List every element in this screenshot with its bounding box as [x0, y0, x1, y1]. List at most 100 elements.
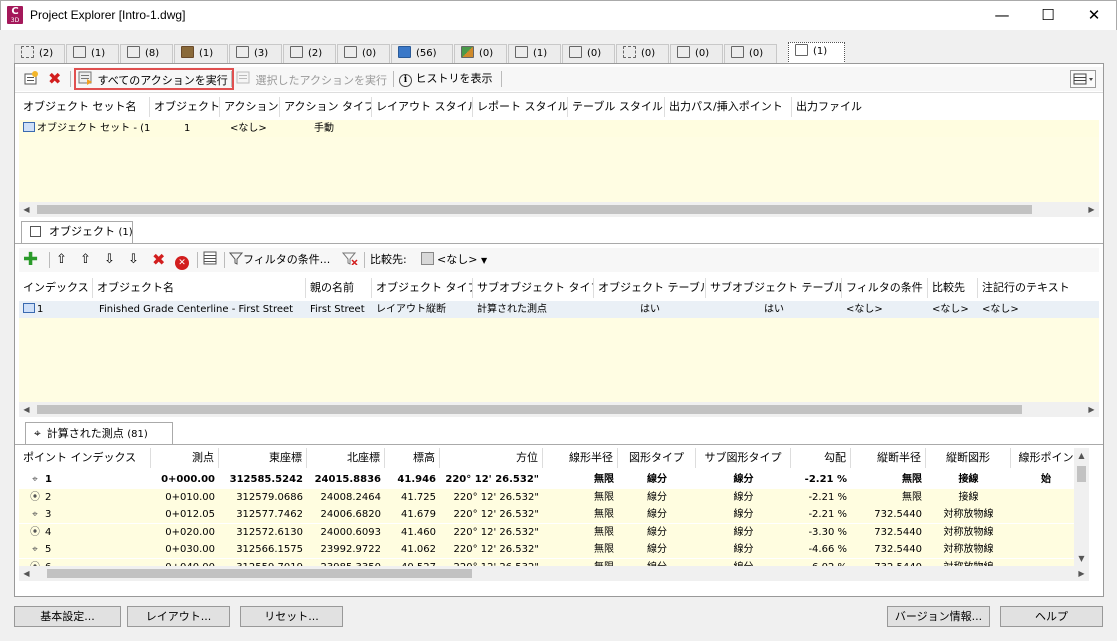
object-table-button[interactable] — [203, 251, 217, 269]
points-vertical-scrollbar[interactable]: ▲ ▼ — [1074, 448, 1089, 566]
object-row[interactable]: 1 Finished Grade Centerline - First Stre… — [19, 301, 1099, 318]
tab-object-sets[interactable]: (1) — [788, 42, 845, 64]
scroll-right-icon[interactable]: ▶ — [1084, 402, 1099, 417]
col-output-path[interactable]: 出力パス/挿入ポイント — [665, 97, 792, 117]
col-object-table[interactable]: オブジェクト テーブル — [594, 278, 706, 298]
sets-horizontal-scrollbar[interactable]: ◀ ▶ — [19, 202, 1099, 217]
delete-set-button[interactable]: ✖ — [48, 70, 61, 88]
col-subobject-table[interactable]: サブオブジェクト テーブル — [706, 278, 842, 298]
minimize-button[interactable]: — — [979, 0, 1025, 30]
col-profile-geometry[interactable]: 縦断図形 — [926, 448, 1011, 468]
clear-filter-button[interactable] — [342, 251, 358, 269]
tab-parcels[interactable]: (2) — [283, 44, 336, 63]
tab-surfaces[interactable]: (1) — [174, 44, 228, 63]
profile-geometry-cell: 接線 — [958, 491, 979, 503]
scroll-left-icon[interactable]: ◀ — [19, 566, 34, 581]
scroll-up-icon[interactable]: ▲ — [1074, 448, 1089, 463]
col-objects[interactable]: オブジェクト — [150, 97, 220, 117]
tab-corridors[interactable]: (0) — [454, 44, 507, 63]
sub-geometry-type-cell: 線分 — [733, 491, 754, 503]
basic-settings-button[interactable]: 基本設定... — [14, 606, 121, 627]
move-up-button[interactable]: ⇧ — [80, 251, 91, 269]
reset-button[interactable]: リセット... — [240, 606, 343, 627]
object-set-row[interactable]: オブジェクト セット - (1) 1 <なし> 手動 — [19, 120, 1099, 137]
station-row[interactable]: ⌖ 3 0+012.05 312577.7462 24006.6820 41.679 220… — [19, 506, 1074, 523]
col-object-name[interactable]: オブジェクト名 — [93, 278, 306, 298]
tab-subassemblies[interactable]: (0) — [562, 44, 615, 63]
col-filter-conditions[interactable]: フィルタの条件 — [842, 278, 928, 298]
scroll-left-icon[interactable]: ◀ — [19, 402, 34, 417]
tab-alignments[interactable]: (2) — [14, 44, 65, 63]
alignment-point-cell — [1011, 541, 1081, 558]
close-window-button[interactable]: ✕ — [1071, 0, 1117, 30]
sub-geometry-type-cell: 線分 — [733, 526, 754, 538]
col-object-type[interactable]: オブジェクト タイプ — [372, 278, 473, 298]
run-all-actions-button[interactable]: すべてのアクションを実行 — [74, 68, 234, 90]
tab-sections[interactable]: (3) — [229, 44, 282, 63]
col-layout-style[interactable]: レイアウト スタイル — [372, 97, 473, 117]
station-row[interactable]: ⦿ 2 0+010.00 312579.0686 24008.2464 41.725 220… — [19, 488, 1074, 506]
tab-profiles[interactable]: (8) — [120, 44, 173, 63]
col-report-style[interactable]: レポート スタイル — [473, 97, 568, 117]
station-row[interactable]: ⌖ 5 0+030.00 312566.1575 23992.9722 41.062 220… — [19, 541, 1074, 558]
tab-sheets[interactable]: (0) — [724, 44, 777, 63]
col-station[interactable]: 測点 — [151, 448, 219, 468]
col-parent-name[interactable]: 親の名前 — [306, 278, 372, 298]
station-row[interactable]: ⦿ 4 0+020.00 312572.6130 24000.6093 41.460 220… — [19, 523, 1074, 541]
col-table-style[interactable]: テーブル スタイル — [568, 97, 665, 117]
tab-sample-lines[interactable]: (0) — [616, 44, 669, 63]
col-output-file[interactable]: 出力ファイル — [792, 97, 892, 117]
col-action-type[interactable]: アクション タイプ — [280, 97, 372, 117]
version-info-button[interactable]: バージョン情報... — [887, 606, 990, 627]
add-object-button[interactable]: ✚ — [23, 251, 38, 269]
move-bottom-button[interactable]: ⇩ — [128, 251, 139, 269]
scroll-right-icon[interactable]: ▶ — [1084, 202, 1099, 217]
scroll-down-icon[interactable]: ▼ — [1074, 551, 1089, 566]
tab-calculated-stations[interactable]: ⌖ 計算された測点 (81) — [25, 422, 173, 444]
compare-dropdown[interactable]: <なし> ▼ — [421, 251, 487, 269]
maximize-button[interactable]: ☐ — [1025, 0, 1071, 30]
col-profile-radius[interactable]: 縦断半径 — [851, 448, 926, 468]
help-button[interactable]: ヘルプ — [1000, 606, 1103, 627]
tab-views[interactable]: (0) — [670, 44, 723, 63]
objects-horizontal-scrollbar[interactable]: ◀ ▶ — [19, 402, 1099, 417]
col-bearing[interactable]: 方位 — [440, 448, 543, 468]
alignment-radius-cell: 無限 — [594, 526, 614, 538]
layout-button[interactable]: レイアウト... — [127, 606, 230, 627]
filter-conditions-button[interactable]: フィルタの条件... — [229, 251, 330, 269]
col-set-name[interactable]: オブジェクト セット名 — [19, 97, 150, 117]
tab-pipe-networks[interactable]: (56) — [391, 44, 453, 63]
scroll-right-icon[interactable]: ▶ — [1074, 566, 1089, 581]
col-annotation-text[interactable]: 注記行のテキスト — [978, 278, 1078, 298]
col-northing[interactable]: 北座標 — [307, 448, 385, 468]
station-row[interactable]: ⌖ 1 0+000.00 312585.5242 24015.8836 41.946 220… — [19, 471, 1074, 488]
col-point-index[interactable]: ポイント インデックス — [19, 448, 151, 468]
col-alignment-radius[interactable]: 線形半径 — [543, 448, 618, 468]
scroll-left-icon[interactable]: ◀ — [19, 202, 34, 217]
layout-options-dropdown[interactable] — [1070, 70, 1096, 88]
col-index[interactable]: インデックス — [19, 278, 93, 298]
col-grade[interactable]: 勾配 — [791, 448, 851, 468]
compare-label: 比較先: — [370, 253, 407, 266]
site-icon — [73, 46, 86, 58]
remove-all-button[interactable]: ✕ — [175, 251, 189, 270]
col-compare-to[interactable]: 比較先 — [928, 278, 978, 298]
tab-feature-lines[interactable]: (0) — [337, 44, 390, 63]
points-horizontal-scrollbar[interactable]: ◀ ▶ — [19, 566, 1089, 581]
tab-assemblies[interactable]: (1) — [508, 44, 561, 63]
tab-objects[interactable]: オブジェクト (1) — [21, 221, 133, 243]
col-easting[interactable]: 東座標 — [219, 448, 307, 468]
col-action[interactable]: アクション — [220, 97, 280, 117]
col-elevation[interactable]: 標高 — [385, 448, 440, 468]
new-object-set-button[interactable] — [23, 70, 39, 88]
col-geometry-type[interactable]: 図形タイプ — [618, 448, 696, 468]
move-down-button[interactable]: ⇩ — [104, 251, 115, 269]
col-sub-geometry-type[interactable]: サブ図形タイプ — [696, 448, 791, 468]
tab-sites[interactable]: (1) — [66, 44, 119, 63]
col-alignment-point[interactable]: 線形ポイン — [1011, 448, 1081, 468]
move-top-button[interactable]: ⇧ — [56, 251, 67, 269]
remove-object-button[interactable]: ✖ — [152, 251, 165, 269]
col-subobject-type[interactable]: サブオブジェクト タイプ — [473, 278, 594, 298]
run-selected-actions-button[interactable]: 選択したアクションを実行 — [236, 70, 387, 88]
show-history-button[interactable]: i ヒストリを表示 — [399, 70, 493, 88]
